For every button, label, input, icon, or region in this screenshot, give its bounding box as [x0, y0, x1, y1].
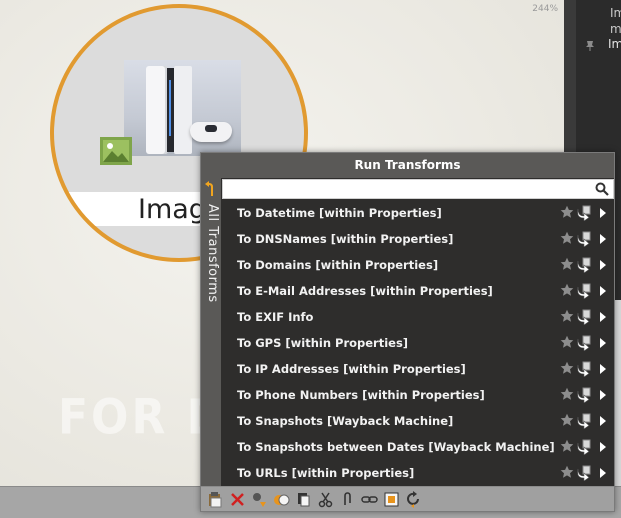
zoom-level: 244% [532, 4, 558, 14]
run-transform-icon[interactable] [576, 465, 592, 481]
paste-icon[interactable] [206, 491, 223, 508]
transform-label: To Phone Numbers [within Properties] [237, 388, 485, 402]
transform-row[interactable]: To Datetime [within Properties] [222, 200, 614, 226]
run-transform-icon[interactable] [576, 335, 592, 351]
delete-icon[interactable] [229, 491, 246, 508]
transform-label: To GPS [within Properties] [237, 336, 409, 350]
run-transform-icon[interactable] [576, 283, 592, 299]
popup-toolbar [201, 486, 614, 511]
run-transform-icon[interactable] [576, 413, 592, 429]
transform-label: To Datetime [within Properties] [237, 206, 442, 220]
run-transform-icon[interactable] [576, 309, 592, 325]
chevron-right-icon[interactable] [599, 260, 607, 270]
transform-label: To Snapshots between Dates [Wayback Mach… [237, 440, 555, 454]
star-icon[interactable] [560, 439, 574, 453]
attach-icon[interactable] [339, 491, 356, 508]
transform-row[interactable]: To Domains [within Properties] [222, 252, 614, 278]
transform-row[interactable]: To IP Addresses [within Properties] [222, 356, 614, 382]
transform-list: To Datetime [within Properties] To DNSNam… [222, 200, 614, 486]
transform-label: To EXIF Info [237, 310, 314, 324]
star-icon[interactable] [560, 361, 574, 375]
transform-label: To Domains [within Properties] [237, 258, 439, 272]
run-transform-icon[interactable] [576, 439, 592, 455]
chevron-right-icon[interactable] [599, 468, 607, 478]
copy-icon[interactable] [295, 491, 312, 508]
chevron-right-icon[interactable] [599, 390, 607, 400]
chevron-right-icon[interactable] [599, 208, 607, 218]
chevron-right-icon[interactable] [599, 286, 607, 296]
transform-row[interactable]: To EXIF Info [222, 304, 614, 330]
transform-label: To E-Mail Addresses [within Properties] [237, 284, 493, 298]
star-icon[interactable] [560, 283, 574, 297]
transform-row[interactable]: To E-Mail Addresses [within Properties] [222, 278, 614, 304]
transform-label: To Snapshots [Wayback Machine] [237, 414, 454, 428]
chevron-right-icon[interactable] [599, 364, 607, 374]
transform-row[interactable]: To URLs [within Properties] [222, 460, 614, 486]
run-transform-icon[interactable] [576, 361, 592, 377]
transform-row[interactable]: To GPS [within Properties] [222, 330, 614, 356]
refresh-icon[interactable] [405, 491, 422, 508]
run-transform-icon[interactable] [576, 231, 592, 247]
merge-icon[interactable] [273, 491, 290, 508]
back-arrow-icon[interactable] [205, 181, 217, 197]
chevron-right-icon[interactable] [599, 234, 607, 244]
star-icon[interactable] [560, 205, 574, 219]
pin-icon[interactable] [584, 40, 596, 52]
transform-search[interactable] [222, 179, 614, 199]
run-transform-icon[interactable] [576, 257, 592, 273]
star-icon[interactable] [560, 257, 574, 271]
all-transforms-tab[interactable]: All Transforms [201, 178, 221, 486]
entity-label: Imag [138, 194, 206, 225]
star-icon[interactable] [560, 387, 574, 401]
run-transform-icon[interactable] [576, 205, 592, 221]
cut-icon[interactable] [317, 491, 334, 508]
search-input[interactable] [225, 181, 585, 197]
star-icon[interactable] [560, 465, 574, 479]
transform-row[interactable]: To Phone Numbers [within Properties] [222, 382, 614, 408]
chevron-right-icon[interactable] [599, 442, 607, 452]
star-icon[interactable] [560, 231, 574, 245]
chevron-right-icon[interactable] [599, 416, 607, 426]
search-icon[interactable] [595, 182, 609, 196]
select-icon[interactable] [383, 491, 400, 508]
transform-label: To DNSNames [within Properties] [237, 232, 454, 246]
chevron-right-icon[interactable] [599, 338, 607, 348]
popup-title: Run Transforms [201, 153, 614, 178]
transform-label: To URLs [within Properties] [237, 466, 415, 480]
image-icon [100, 137, 132, 165]
chevron-right-icon[interactable] [599, 312, 607, 322]
star-icon[interactable] [560, 335, 574, 349]
transform-row[interactable]: To DNSNames [within Properties] [222, 226, 614, 252]
entity-thumbnail [124, 60, 241, 156]
transform-label: To IP Addresses [within Properties] [237, 362, 466, 376]
chain-icon[interactable] [361, 491, 378, 508]
star-icon[interactable] [560, 413, 574, 427]
run-transforms-popup: Run Transforms All Transforms To Datetim… [200, 152, 615, 512]
run-transform-icon[interactable] [576, 387, 592, 403]
side-tab-label: All Transforms [205, 204, 220, 303]
transform-row[interactable]: To Snapshots between Dates [Wayback Mach… [222, 434, 614, 460]
link-icon[interactable] [251, 491, 268, 508]
star-icon[interactable] [560, 309, 574, 323]
transform-row[interactable]: To Snapshots [Wayback Machine] [222, 408, 614, 434]
